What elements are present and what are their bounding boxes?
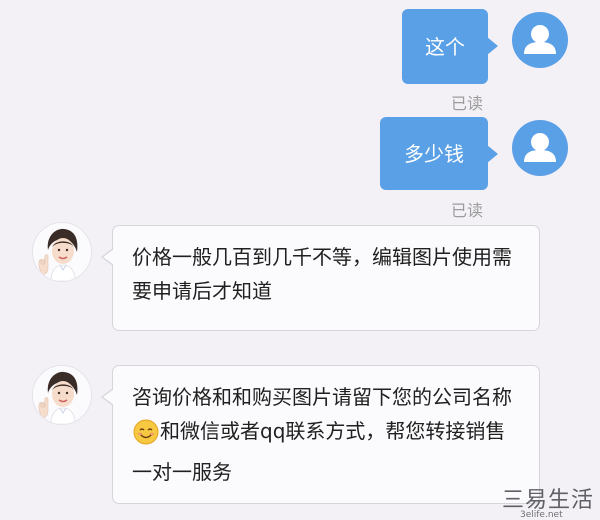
incoming-message-bubble[interactable]: 咨询价格和和购买图片请留下您的公司名称和微信或者qq联系方式，帮您转接销售一对一… — [101, 365, 540, 504]
outgoing-message-bubble[interactable]: 这个 — [402, 9, 498, 84]
read-status: 已读 — [451, 94, 484, 113]
outgoing-message-text: 多少钱 — [404, 141, 464, 166]
incoming-message-bubble[interactable]: 价格一般几百到几千不等，编辑图片使用需要申请后才知道 — [101, 225, 540, 331]
user-avatar[interactable] — [512, 12, 568, 68]
user-silhouette-icon — [524, 133, 556, 162]
read-status: 已读 — [451, 201, 484, 220]
customer-service-agent-icon — [33, 223, 91, 281]
watermark: 三易生活 3elife.net — [500, 480, 600, 520]
agent-avatar[interactable] — [32, 365, 92, 425]
incoming-message-text: 和微信或者qq联系方式，帮您转接销售一对一服务 — [132, 419, 506, 484]
incoming-message-text: 咨询价格和和购买图片请留下您的公司名称 — [132, 385, 512, 409]
user-silhouette-icon — [524, 25, 556, 54]
agent-avatar[interactable] — [32, 222, 92, 282]
user-avatar[interactable] — [512, 120, 568, 176]
outgoing-message-text: 这个 — [425, 34, 465, 59]
outgoing-message-bubble[interactable]: 多少钱 — [380, 117, 498, 190]
incoming-message-text: 价格一般几百到几千不等，编辑图片使用需要申请后才知道 — [132, 245, 512, 303]
customer-service-agent-icon — [33, 366, 91, 424]
smiling-face-icon — [133, 419, 159, 455]
